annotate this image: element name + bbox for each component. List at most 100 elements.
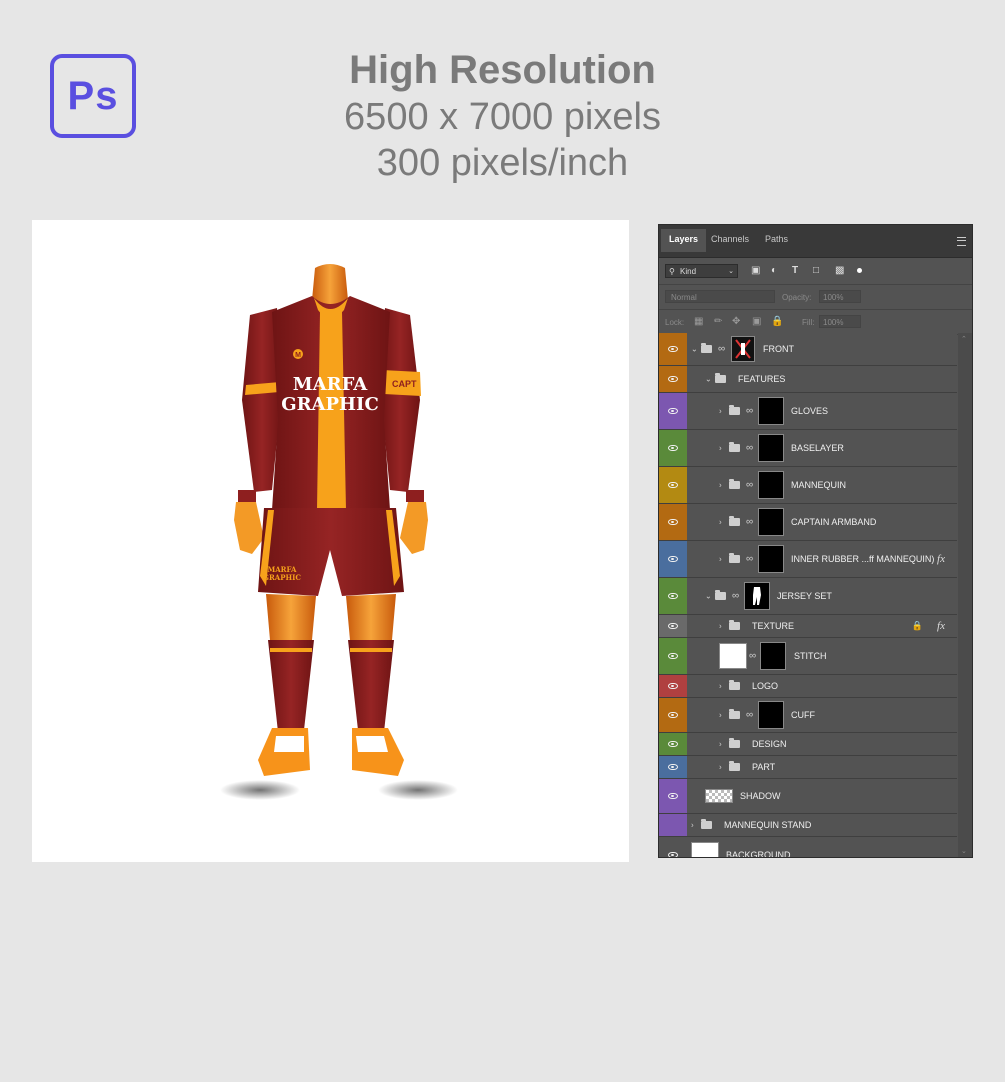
layer-gloves[interactable]: › ∞ GLOVES xyxy=(659,393,957,430)
layer-color-strip xyxy=(659,733,687,755)
pixel-filter-icon[interactable]: ▣ xyxy=(751,266,760,276)
lock-image-icon[interactable]: ✏ xyxy=(714,316,722,327)
link-icon: ∞ xyxy=(749,650,757,662)
smart-object-filter-icon[interactable]: ▩ xyxy=(835,266,844,276)
left-knee xyxy=(266,594,316,640)
layer-thumbnail xyxy=(719,643,747,669)
eye-icon[interactable] xyxy=(668,556,678,562)
eye-icon[interactable] xyxy=(668,593,678,599)
layer-name: STITCH xyxy=(794,651,827,661)
lock-transparent-icon[interactable]: ▦ xyxy=(694,316,703,327)
adjustment-filter-icon[interactable]: ◐ xyxy=(771,266,777,276)
tab-layers[interactable]: Layers xyxy=(661,229,707,252)
eye-icon[interactable] xyxy=(668,408,678,414)
layer-color-strip xyxy=(659,333,687,365)
layer-captain-armband[interactable]: › ∞ CAPTAIN ARMBAND xyxy=(659,504,957,541)
lock-all-icon[interactable]: 🔒 xyxy=(771,316,783,327)
chevron-right-icon[interactable]: › xyxy=(719,407,722,416)
right-knee xyxy=(346,594,396,640)
eye-icon[interactable] xyxy=(668,764,678,770)
layer-logo[interactable]: › LOGO xyxy=(659,675,957,698)
scroll-down-icon[interactable]: ⌄ xyxy=(961,847,967,855)
chevron-right-icon[interactable]: › xyxy=(719,711,722,720)
layer-thumbnail xyxy=(691,842,719,857)
opacity-field[interactable]: 100% xyxy=(819,290,861,303)
lock-position-icon[interactable]: ✥ xyxy=(732,316,740,327)
layer-front[interactable]: ⌄ ∞ FRONT xyxy=(659,333,957,366)
right-shadow xyxy=(378,780,458,800)
fill-field[interactable]: 100% xyxy=(819,315,861,328)
layer-shadow[interactable]: SHADOW xyxy=(659,779,957,814)
eye-icon[interactable] xyxy=(668,683,678,689)
chevron-right-icon[interactable]: › xyxy=(719,444,722,453)
scroll-up-icon[interactable]: ⌃ xyxy=(961,335,967,343)
folder-icon xyxy=(701,819,712,829)
eye-icon[interactable] xyxy=(668,653,678,659)
filter-kind-label: Kind xyxy=(680,267,697,276)
folder-icon xyxy=(729,479,740,489)
eye-icon[interactable] xyxy=(668,793,678,799)
chevron-right-icon[interactable]: › xyxy=(719,740,722,749)
layer-color-strip xyxy=(659,638,687,674)
lock-artboard-icon[interactable]: ▣ xyxy=(752,316,761,327)
link-icon: ∞ xyxy=(732,590,740,602)
tab-paths[interactable]: Paths xyxy=(765,234,788,244)
layer-name: TEXTURE xyxy=(752,621,795,631)
layer-mask-thumbnail xyxy=(758,701,784,729)
layer-part[interactable]: › PART xyxy=(659,756,957,779)
eye-icon[interactable] xyxy=(668,741,678,747)
layer-cuff[interactable]: › ∞ CUFF xyxy=(659,698,957,733)
eye-icon[interactable] xyxy=(668,346,678,352)
layer-color-strip xyxy=(659,675,687,697)
fx-icon[interactable]: fx xyxy=(937,620,945,632)
filter-toggle[interactable] xyxy=(857,268,862,273)
chevron-down-icon[interactable]: ⌄ xyxy=(705,375,712,384)
chevron-right-icon[interactable]: › xyxy=(719,622,722,631)
shape-filter-icon[interactable]: □ xyxy=(813,266,819,276)
layer-baselayer[interactable]: › ∞ BASELAYER xyxy=(659,430,957,467)
folder-icon xyxy=(729,516,740,526)
chevron-down-icon: ⌄ xyxy=(728,268,734,275)
layers-list: ⌄ ∞ FRONT ⌄ FEATURES › ∞ GLOVES › ∞ BASE… xyxy=(659,333,957,857)
eye-icon[interactable] xyxy=(668,376,678,382)
folder-icon xyxy=(729,553,740,563)
layer-stitch[interactable]: ∞ STITCH xyxy=(659,638,957,675)
layer-texture[interactable]: › TEXTURE 🔒 fx xyxy=(659,615,957,638)
eye-icon[interactable] xyxy=(668,445,678,451)
layer-mannequin[interactable]: › ∞ MANNEQUIN xyxy=(659,467,957,504)
eye-icon[interactable] xyxy=(668,623,678,629)
filter-kind-select[interactable]: ⚲ Kind ⌄ xyxy=(665,264,738,278)
chevron-right-icon[interactable]: › xyxy=(719,481,722,490)
layer-thumbnail xyxy=(705,789,733,803)
eye-icon[interactable] xyxy=(668,852,678,857)
fx-icon[interactable]: fx xyxy=(937,553,945,565)
chevron-right-icon[interactable]: › xyxy=(691,821,694,830)
blend-mode-select[interactable]: Normal xyxy=(665,290,775,303)
layer-jersey-set[interactable]: ⌄ ∞ JERSEY SET xyxy=(659,578,957,615)
chevron-right-icon[interactable]: › xyxy=(719,763,722,772)
layer-inner-rubber[interactable]: › ∞ INNER RUBBER ...ff MANNEQUIN) fx xyxy=(659,541,957,578)
chevron-down-icon[interactable]: ⌄ xyxy=(705,592,712,601)
chevron-down-icon[interactable]: ⌄ xyxy=(691,345,698,354)
layer-background[interactable]: BACKGROUND xyxy=(659,837,957,857)
type-filter-icon[interactable]: T xyxy=(792,266,798,276)
layer-color-strip xyxy=(659,578,687,614)
chevron-right-icon[interactable]: › xyxy=(719,555,722,564)
chevron-right-icon[interactable]: › xyxy=(719,518,722,527)
layers-scrollbar[interactable]: ⌃ ⌄ xyxy=(958,333,972,857)
eye-icon[interactable] xyxy=(668,519,678,525)
panel-menu-icon[interactable] xyxy=(957,237,966,246)
eye-icon[interactable] xyxy=(668,482,678,488)
layer-name: JERSEY SET xyxy=(777,591,832,601)
layer-name: CAPTAIN ARMBAND xyxy=(791,517,877,527)
chevron-right-icon[interactable]: › xyxy=(719,682,722,691)
dpi-text: 300 pixels/inch xyxy=(376,142,629,184)
layer-mannequin-stand[interactable]: › MANNEQUIN STAND xyxy=(659,814,957,837)
tab-channels[interactable]: Channels xyxy=(711,234,749,244)
link-icon: ∞ xyxy=(746,442,754,454)
blend-row: Normal Opacity: 100% xyxy=(659,285,972,310)
eye-icon[interactable] xyxy=(668,712,678,718)
layer-color-strip xyxy=(659,467,687,503)
layer-features[interactable]: ⌄ FEATURES xyxy=(659,366,957,393)
layer-design[interactable]: › DESIGN xyxy=(659,733,957,756)
